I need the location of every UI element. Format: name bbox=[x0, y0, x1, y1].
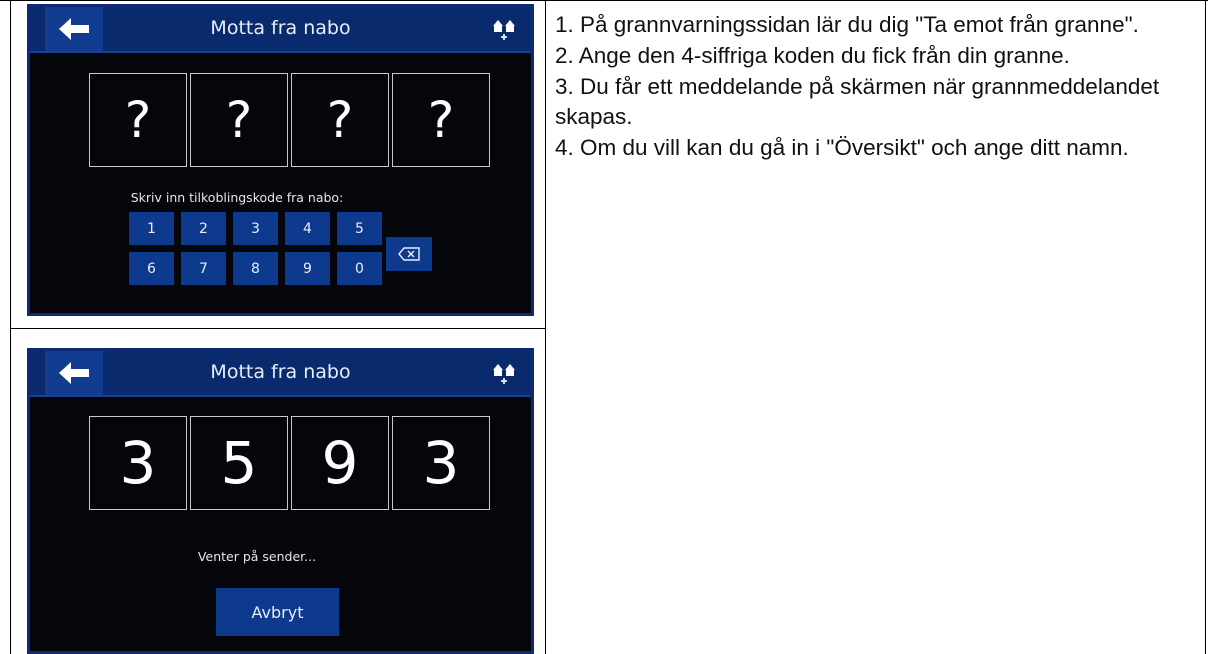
key-2[interactable]: 2 bbox=[181, 212, 226, 245]
table-border-top bbox=[0, 0, 1208, 1]
code-prompt: Skriv inn tilkoblingskode fra nabo: bbox=[130, 190, 344, 205]
key-5[interactable]: 5 bbox=[337, 212, 382, 245]
key-8[interactable]: 8 bbox=[233, 252, 278, 285]
key-3[interactable]: 3 bbox=[233, 212, 278, 245]
table-row-divider bbox=[10, 328, 545, 329]
title-bar: Motta fra nabo bbox=[30, 351, 531, 397]
code-entry-screen: Motta fra nabo ? ? ? ? Skriv inn tilkobl… bbox=[27, 4, 534, 316]
code-digit-1: ? bbox=[89, 73, 187, 167]
cancel-button[interactable]: Avbryt bbox=[216, 588, 339, 636]
backspace-icon bbox=[398, 247, 420, 261]
neighbors-icon bbox=[493, 364, 515, 384]
backspace-button[interactable] bbox=[386, 237, 432, 271]
key-6[interactable]: 6 bbox=[129, 252, 174, 285]
title-bar: Motta fra nabo bbox=[30, 7, 531, 53]
status-text: Venter på sender... bbox=[197, 549, 317, 564]
instruction-step-4: 4. Om du vill kan du gå in i "Översikt" … bbox=[555, 135, 1129, 161]
code-digit-3: 9 bbox=[291, 416, 389, 510]
code-digit-3: ? bbox=[291, 73, 389, 167]
table-column-divider bbox=[545, 0, 546, 654]
key-9[interactable]: 9 bbox=[285, 252, 330, 285]
key-7[interactable]: 7 bbox=[181, 252, 226, 285]
waiting-screen: Motta fra nabo 3 5 9 3 Venter på sender.… bbox=[27, 348, 534, 654]
screen-title: Motta fra nabo bbox=[210, 17, 351, 39]
instruction-step-3: 3. Du får ett meddelande på skärmen när … bbox=[555, 73, 1160, 130]
screen-title: Motta fra nabo bbox=[210, 361, 351, 383]
instruction-step-1: 1. På grannvarningssidan lär du dig "Ta … bbox=[555, 12, 1139, 37]
code-digit-4: 3 bbox=[392, 416, 490, 510]
table-border-right bbox=[1205, 0, 1206, 654]
code-digits: ? ? ? ? bbox=[89, 73, 493, 167]
key-1[interactable]: 1 bbox=[129, 212, 174, 245]
table-border-left bbox=[10, 0, 11, 654]
code-digit-2: 5 bbox=[190, 416, 288, 510]
code-digit-2: ? bbox=[190, 73, 288, 167]
key-0[interactable]: 0 bbox=[337, 252, 382, 285]
code-digit-4: ? bbox=[392, 73, 490, 167]
instruction-step-2: 2. Ange den 4-siffriga koden du fick frå… bbox=[555, 42, 1070, 68]
number-keypad: 1 2 3 4 5 6 7 8 9 0 bbox=[129, 212, 382, 285]
neighbors-icon bbox=[493, 20, 515, 40]
key-4[interactable]: 4 bbox=[285, 212, 330, 245]
code-digit-1: 3 bbox=[89, 416, 187, 510]
code-digits: 3 5 9 3 bbox=[89, 416, 493, 510]
instructions-text: 1. På grannvarningssidan lär du dig "Ta … bbox=[555, 10, 1205, 164]
